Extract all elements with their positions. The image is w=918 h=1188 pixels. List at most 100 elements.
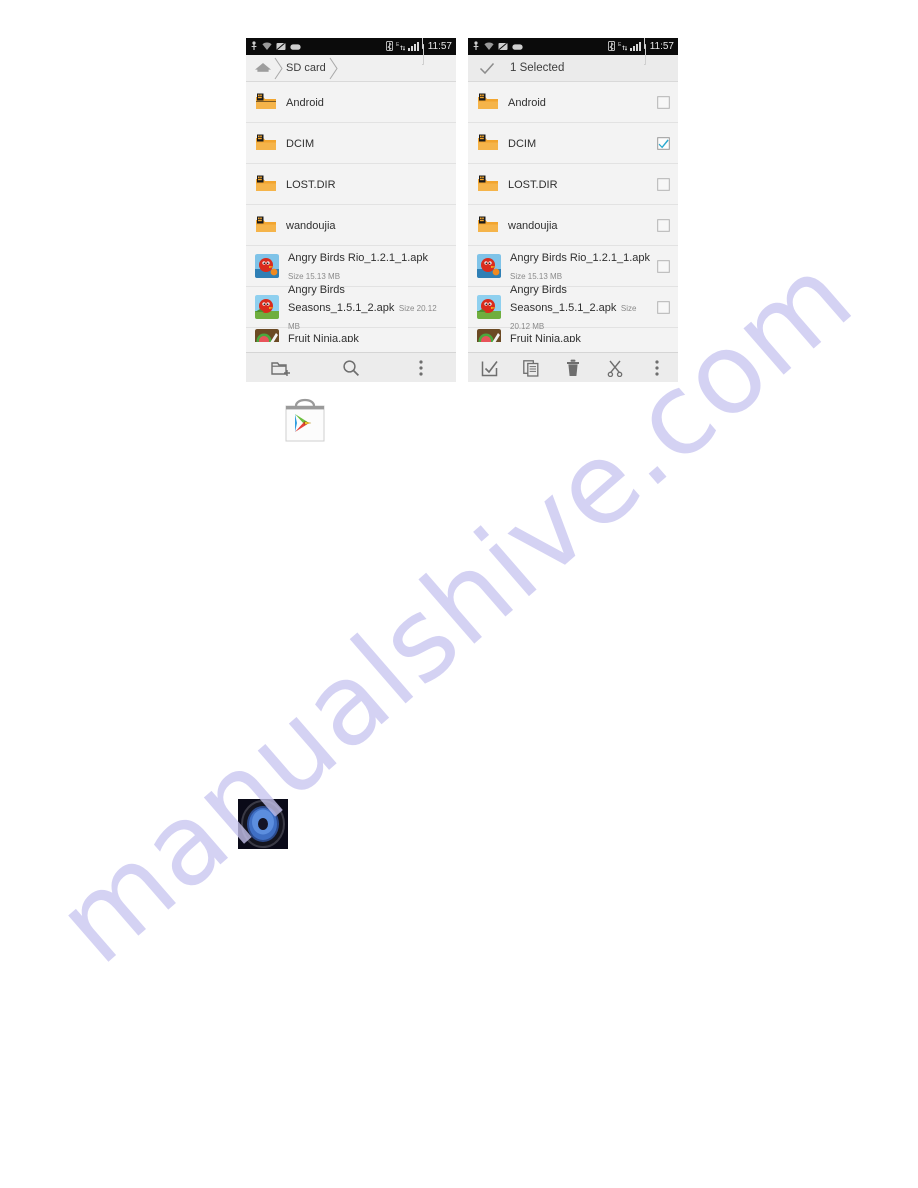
list-item[interactable]: Android (246, 82, 456, 123)
list-item-text: wandoujia (508, 216, 651, 234)
folder-icon (477, 175, 499, 194)
list-item[interactable]: Angry Birds Seasons_1.5.1_2.apk Size 20.… (468, 284, 678, 331)
status-bar-clock: 11:57 (649, 41, 674, 52)
overflow-menu-button[interactable] (644, 357, 670, 379)
list-item-text: DCIM (286, 134, 448, 152)
list-item-title: wandoujia (508, 220, 558, 232)
usb-debug-icon (472, 39, 480, 55)
list-item[interactable]: DCIM (246, 123, 456, 164)
breadcrumb-chevron-icon (327, 56, 340, 81)
list-item-title: Fruit Ninja.apk (288, 333, 359, 342)
folder-icon (255, 216, 277, 235)
list-item-text: Angry Birds Seasons_1.5.1_2.apk Size 20.… (510, 280, 651, 334)
angry-birds-seasons-icon (255, 295, 279, 319)
list-item-text: Android (286, 93, 448, 111)
list-item[interactable]: wandoujia (468, 205, 678, 246)
list-item-checkbox[interactable] (657, 300, 670, 314)
status-bar: E 11:57 (468, 38, 678, 65)
list-item[interactable]: Angry Birds Seasons_1.5.1_2.apk Size 20.… (246, 284, 456, 331)
page-watermark: manualshive.com (0, 0, 918, 1188)
folder-icon (255, 93, 277, 112)
folder-icon (255, 175, 277, 194)
data-transfer-icon: E (618, 39, 627, 55)
status-bar-left-icons (250, 39, 301, 55)
folder-icon (477, 216, 499, 235)
list-item-title: Android (508, 97, 546, 109)
folder-icon (477, 93, 499, 112)
bluetooth-icon (385, 39, 393, 55)
search-button[interactable] (338, 357, 364, 379)
list-item-text: LOST.DIR (508, 175, 651, 193)
fruit-ninja-icon (255, 329, 279, 342)
list-item-title: Angry Birds Seasons_1.5.1_2.apk (288, 284, 395, 314)
status-bar-left-icons (472, 39, 523, 55)
audio-player-icon[interactable] (238, 799, 288, 849)
message-icon (512, 39, 523, 55)
screenshot-icon (498, 39, 508, 55)
list-item-text: DCIM (508, 134, 651, 152)
list-item-text: Angry Birds Rio_1.2.1_1.apk Size 15.13 M… (510, 248, 651, 284)
battery-icon (421, 38, 424, 65)
list-item-text: Fruit Ninja.apk (510, 329, 670, 342)
fruit-ninja-icon (477, 329, 501, 342)
bottom-toolbar (246, 352, 456, 382)
list-item-title: DCIM (286, 138, 315, 150)
list-item[interactable]: LOST.DIR (246, 164, 456, 205)
list-item-title: DCIM (508, 138, 537, 150)
status-bar-clock: 11:57 (427, 41, 452, 52)
data-transfer-icon: E (396, 39, 405, 55)
list-item[interactable]: wandoujia (246, 205, 456, 246)
play-store-icon[interactable] (278, 396, 332, 442)
list-item-text: LOST.DIR (286, 175, 448, 193)
status-bar-right-icons: E 11:57 (385, 38, 452, 65)
list-item[interactable]: LOST.DIR (468, 164, 678, 205)
list-item-text: Angry Birds Seasons_1.5.1_2.apk Size 20.… (288, 280, 448, 334)
signal-bars-icon (407, 42, 419, 51)
status-bar: E 11:57 (246, 38, 456, 65)
list-item[interactable]: DCIM (468, 123, 678, 164)
list-item[interactable]: Android (468, 82, 678, 123)
cut-button[interactable] (602, 357, 628, 379)
file-list[interactable]: Android DCIM LOST.DIR wandoujia Angry Bi… (246, 82, 456, 352)
selection-count-label: 1 Selected (510, 62, 565, 74)
folder-icon (477, 134, 499, 153)
list-item-title: Fruit Ninja.apk (510, 333, 581, 342)
list-item-title: LOST.DIR (508, 179, 558, 191)
list-item-text: Angry Birds Rio_1.2.1_1.apk Size 15.13 M… (288, 248, 448, 284)
svg-text:E: E (618, 42, 622, 48)
wifi-icon (484, 39, 494, 55)
list-item-checkbox[interactable] (657, 95, 670, 109)
usb-debug-icon (250, 39, 258, 55)
list-item[interactable]: Fruit Ninja.apk (468, 328, 678, 342)
folder-icon (255, 134, 277, 153)
message-icon (290, 39, 301, 55)
list-item-title: Angry Birds Seasons_1.5.1_2.apk (510, 284, 617, 314)
bluetooth-icon (607, 39, 615, 55)
delete-button[interactable] (560, 357, 586, 379)
list-item-title: LOST.DIR (286, 179, 336, 191)
breadcrumb-chevron-icon (272, 56, 285, 81)
list-item-checkbox[interactable] (657, 177, 670, 191)
overflow-menu-button[interactable] (408, 357, 434, 379)
list-item-checkbox[interactable] (657, 259, 670, 273)
check-icon[interactable] (478, 59, 496, 77)
list-item-text: wandoujia (286, 216, 448, 234)
list-item[interactable]: Fruit Ninja.apk (246, 328, 456, 342)
list-item-checkbox[interactable] (657, 218, 670, 232)
phone-screenshot-file-browser: E 11:57 SD card Android DCIM LOST.DIR wa… (246, 38, 456, 382)
home-icon[interactable] (254, 61, 272, 75)
list-item-title: Angry Birds Rio_1.2.1_1.apk (510, 252, 651, 264)
file-list[interactable]: Android DCIM LOST.DIR wandoujia Angry Bi… (468, 82, 678, 352)
copy-button[interactable] (518, 357, 544, 379)
list-item-title: wandoujia (286, 220, 336, 232)
breadcrumb-item-sd-card[interactable]: SD card (285, 62, 327, 74)
angry-birds-seasons-icon (477, 295, 501, 319)
list-item-checkbox-checked[interactable] (657, 136, 670, 150)
list-item-text: Android (508, 93, 651, 111)
new-folder-button[interactable] (268, 357, 294, 379)
select-all-button[interactable] (476, 357, 502, 379)
list-item-title: Angry Birds Rio_1.2.1_1.apk (288, 252, 429, 264)
angry-birds-rio-icon (477, 254, 501, 278)
wifi-icon (262, 39, 272, 55)
phone-screenshot-file-selection: E 11:57 1 Selected Android DCIM LOST.DIR… (468, 38, 678, 382)
